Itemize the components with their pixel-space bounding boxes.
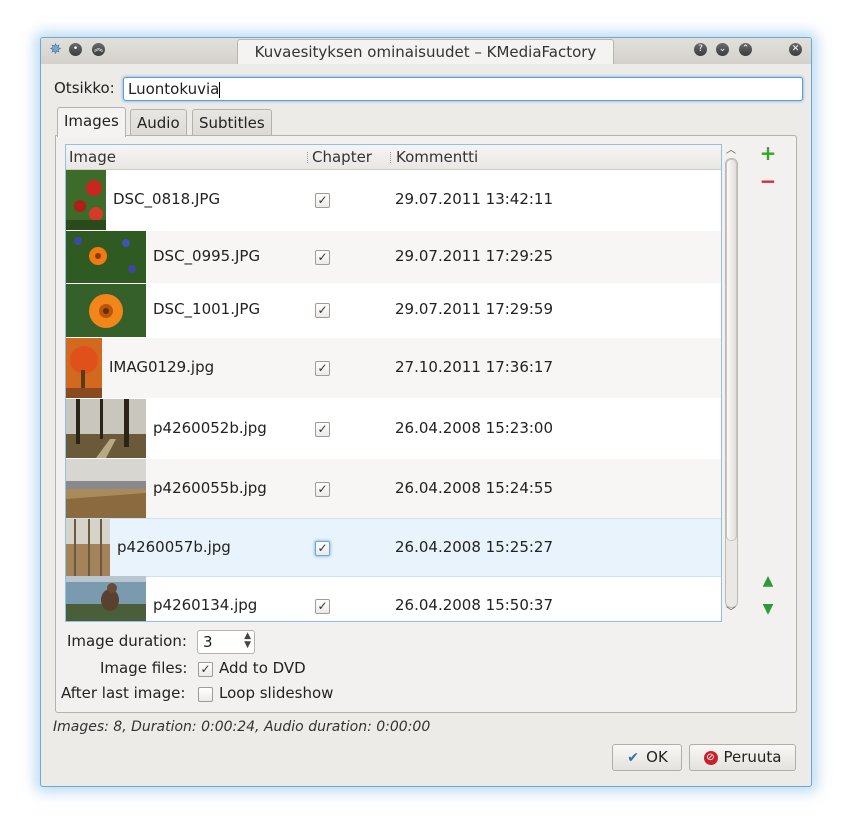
table-row[interactable]: DSC_0995.JPG ✓ 29.07.2011 17:29:25 [66,231,721,283]
loop-slideshow-label[interactable]: Loop slideshow [219,684,333,702]
chapter-checkbox[interactable]: ✓ [315,193,330,208]
duration-label: Image duration: [67,632,187,650]
cancel-icon: ⊘ [703,750,718,765]
ok-button[interactable]: ✔ OK [612,744,682,771]
table-row[interactable]: p4260052b.jpg ✓ 26.04.2008 15:23:00 [66,399,721,458]
tab-audio[interactable]: Audio [130,109,187,136]
comment-cell: 26.04.2008 15:24:55 [395,479,554,497]
close-button[interactable]: ✕ [789,43,802,56]
thumbnail [66,338,102,398]
minimize-button[interactable]: ⌄ [716,43,729,56]
help-button[interactable]: ? [694,43,707,56]
file-name: DSC_0995.JPG [153,247,261,265]
duration-value: 3 [203,633,213,651]
file-name: p4260055b.jpg [153,479,267,497]
scroll-down-icon[interactable]: ﹀ [724,607,738,619]
file-name: DSC_0818.JPG [113,190,221,208]
thumbnail [66,459,146,518]
status-text: Images: 8, Duration: 0:00:24, Audio dura… [53,719,431,735]
after-last-image-label: After last image: [61,684,186,702]
add-to-dvd-label[interactable]: Add to DVD [219,659,306,677]
keep-above-button[interactable]: ︽ [92,43,105,56]
tab-images[interactable]: Images [57,107,126,137]
plus-icon[interactable]: + [758,143,778,163]
tab-subtitles[interactable]: Subtitles [192,109,272,136]
scroll-thumb[interactable] [726,159,737,541]
table-row[interactable]: IMAG0129.jpg ✓ 27.10.2011 17:36:17 [66,338,721,398]
window-title: Kuvaesityksen ominaisuudet – KMediaFacto… [237,39,614,64]
chapter-checkbox[interactable]: ✓ [315,303,330,318]
title-input[interactable]: Luontokuvia [123,77,803,101]
thumbnail [66,284,146,337]
list-header: Image Chapter Kommentti [66,145,721,170]
sticky-button[interactable]: • [69,43,82,56]
dialog-window: ✵ • ︽ Kuvaesityksen ominaisuudet – KMedi… [40,37,812,787]
table-row[interactable]: p4260134.jpg ✓ 26.04.2008 15:50:37 [66,576,721,621]
file-name: p4260052b.jpg [153,419,267,437]
table-row[interactable]: DSC_1001.JPG ✓ 29.07.2011 17:29:59 [66,284,721,337]
chapter-checkbox[interactable]: ✓ [315,599,330,614]
comment-cell: 29.07.2011 13:42:11 [395,190,554,208]
title-bar: ✵ • ︽ Kuvaesityksen ominaisuudet – KMedi… [41,38,811,64]
loop-slideshow-checkbox[interactable] [198,687,213,702]
table-row[interactable]: p4260057b.jpg ✓ 26.04.2008 15:25:27 [66,518,721,577]
chapter-checkbox[interactable]: ✓ [315,250,330,265]
comment-cell: 26.04.2008 15:50:37 [395,596,554,614]
thumbnail [66,576,146,621]
cancel-button[interactable]: ⊘ Peruuta [689,744,796,771]
arrow-down-icon[interactable]: ▼ [758,600,778,618]
check-icon: ✔ [627,749,640,766]
title-input-value: Luontokuvia [128,80,220,98]
chapter-checkbox[interactable]: ✓ [315,422,330,437]
file-name: p4260057b.jpg [117,538,231,556]
arrow-up-icon[interactable]: ▲ [758,572,778,590]
comment-cell: 26.04.2008 15:25:27 [395,538,554,556]
duration-spinbox[interactable]: 3 ▲ ▼ [197,630,255,654]
column-header-chapter[interactable]: Chapter [312,145,372,169]
comment-cell: 29.07.2011 17:29:25 [395,247,554,265]
table-row[interactable]: DSC_0818.JPG ✓ 29.07.2011 13:42:11 [66,170,721,230]
maximize-button[interactable]: ⌃ [739,43,752,56]
thumbnail [66,399,146,458]
scroll-up-icon[interactable]: ︿ [724,145,738,157]
file-name: IMAG0129.jpg [109,358,215,376]
add-to-dvd-checkbox[interactable]: ✓ [198,662,213,677]
column-header-comment[interactable]: Kommentti [396,145,478,169]
cancel-label: Peruuta [723,748,782,766]
title-label: Otsikko: [54,79,115,97]
image-files-label: Image files: [100,659,188,677]
app-icon[interactable]: ✵ [47,41,64,58]
chapter-checkbox[interactable]: ✓ [315,541,330,556]
thumbnail [66,519,110,576]
vertical-scrollbar[interactable]: ︿ ﹀ [724,145,738,619]
comment-cell: 29.07.2011 17:29:59 [395,300,554,318]
thumbnail [66,231,146,283]
comment-cell: 27.10.2011 17:36:17 [395,358,554,376]
column-header-image[interactable]: Image [69,145,116,169]
minus-icon[interactable]: − [758,171,778,191]
file-name: DSC_1001.JPG [153,300,261,318]
spin-arrows-icon[interactable]: ▲ ▼ [244,632,251,650]
comment-cell: 26.04.2008 15:23:00 [395,419,554,437]
thumbnail [66,170,106,230]
image-list[interactable]: Image Chapter Kommentti DSC_0818.JPG ✓ 2… [65,144,722,622]
table-row[interactable]: p4260055b.jpg ✓ 26.04.2008 15:24:55 [66,459,721,518]
chapter-checkbox[interactable]: ✓ [315,482,330,497]
file-name: p4260134.jpg [153,596,258,614]
ok-label: OK [646,748,668,766]
chapter-checkbox[interactable]: ✓ [315,361,330,376]
